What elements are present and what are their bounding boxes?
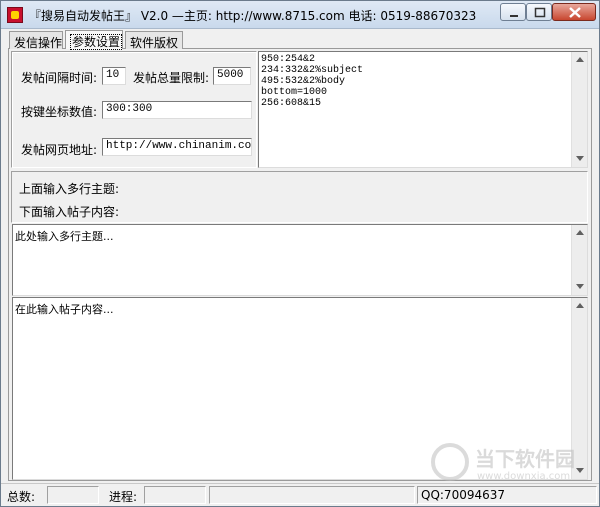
total-count-label: 总数:: [7, 490, 36, 504]
status-bar: 总数: 进程: QQ:70094637: [1, 483, 599, 506]
tab-label: 参数设置: [70, 34, 123, 50]
coords-textarea[interactable]: 950:254&2 234:332&2%subject 495:532&2%body…: [258, 51, 588, 168]
window-title: 『搜易自动发帖王』 V2.0 —主页: http://www.8715.com …: [29, 9, 477, 23]
scroll-down-button[interactable]: [572, 151, 587, 167]
coords-scrollbar[interactable]: [571, 52, 587, 167]
content-hint: 下面输入帖子内容:: [19, 205, 120, 219]
tab-label: 发信操作: [14, 36, 63, 50]
coords-line: 256:608&15: [261, 98, 322, 109]
content-placeholder: 在此输入帖子内容...: [15, 303, 114, 316]
watermark-logo-icon: [431, 443, 469, 481]
watermark-url: www.downxia.com: [477, 471, 571, 482]
minimize-icon: [510, 15, 518, 17]
chevron-up-icon: [576, 57, 584, 62]
interval-input[interactable]: 10: [102, 67, 126, 85]
minimize-button[interactable]: [500, 3, 526, 21]
chevron-up-icon: [576, 230, 584, 235]
tab-settings[interactable]: 参数设置: [65, 30, 123, 50]
scroll-down-button[interactable]: [572, 279, 587, 295]
url-input[interactable]: http://www.chinanim.com/bb: [102, 138, 252, 156]
close-button[interactable]: [552, 3, 596, 21]
close-icon: [569, 7, 581, 18]
total-limit-input[interactable]: 5000: [213, 67, 251, 85]
tab-send[interactable]: 发信操作: [9, 31, 63, 50]
interval-label: 发帖间隔时间:: [21, 71, 98, 85]
subject-placeholder: 此处输入多行主题...: [15, 230, 114, 243]
scroll-up-button[interactable]: [572, 225, 587, 241]
coords-line: 495:532&2%body: [261, 76, 346, 87]
app-logo-icon: [7, 7, 23, 23]
qq-contact: QQ:70094637: [417, 486, 597, 504]
scroll-up-button[interactable]: [572, 52, 587, 68]
chevron-up-icon: [576, 303, 584, 308]
scroll-up-button[interactable]: [572, 298, 587, 314]
coords-line: bottom=1000: [261, 87, 328, 98]
url-label: 发帖网页地址:: [21, 143, 98, 157]
subject-textarea[interactable]: 此处输入多行主题...: [12, 224, 588, 296]
chevron-down-icon: [576, 284, 584, 289]
total-limit-label: 发帖总量限制:: [133, 71, 210, 85]
coords-list: 950:254&2 234:332&2%subject 495:532&2%body…: [261, 54, 363, 109]
coords-line: 950:254&2: [261, 54, 316, 65]
watermark-brand: 当下软件园: [475, 447, 575, 471]
coord-label: 按键坐标数值:: [21, 105, 98, 119]
subject-hint: 上面输入多行主题:: [19, 182, 120, 196]
chevron-down-icon: [576, 156, 584, 161]
maximize-button[interactable]: [526, 3, 552, 21]
tab-label: 软件版权: [130, 36, 179, 50]
total-count-value: [47, 486, 99, 504]
status-empty-cell: [209, 486, 415, 504]
app-window: 『搜易自动发帖王』 V2.0 —主页: http://www.8715.com …: [0, 0, 600, 507]
coord-input[interactable]: 300:300: [102, 101, 252, 119]
tab-copyright[interactable]: 软件版权: [125, 31, 183, 50]
title-bar[interactable]: 『搜易自动发帖王』 V2.0 —主页: http://www.8715.com …: [1, 1, 599, 29]
subject-scrollbar[interactable]: [571, 225, 587, 295]
progress-label: 进程:: [109, 490, 138, 504]
coords-line: 234:332&2%subject: [261, 65, 364, 76]
maximize-icon: [534, 7, 546, 18]
progress-value: [144, 486, 206, 504]
